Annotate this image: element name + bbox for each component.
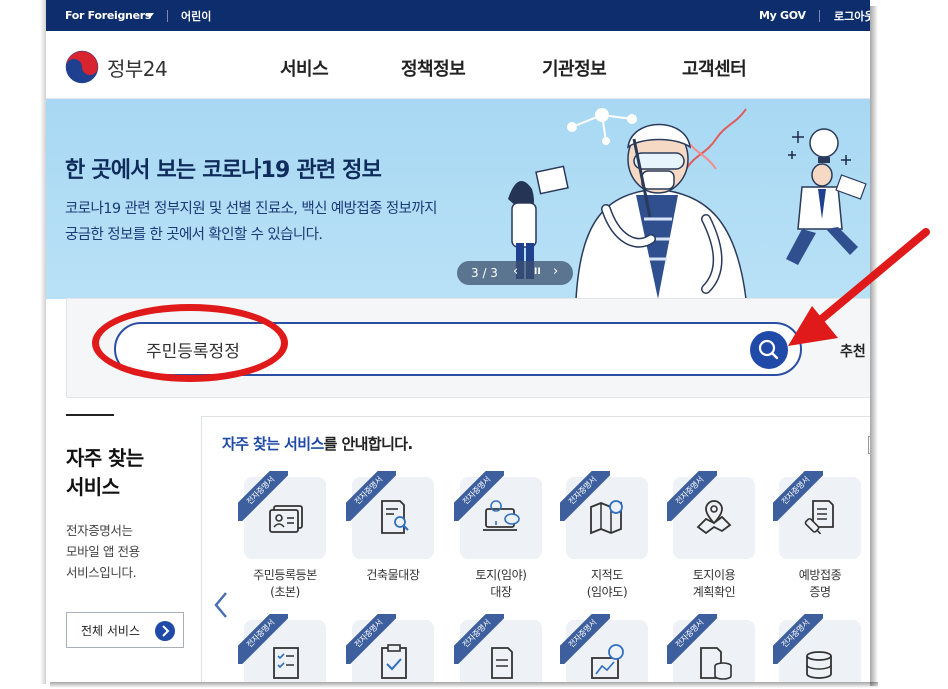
red-annotation-arrow-icon [788, 228, 930, 346]
